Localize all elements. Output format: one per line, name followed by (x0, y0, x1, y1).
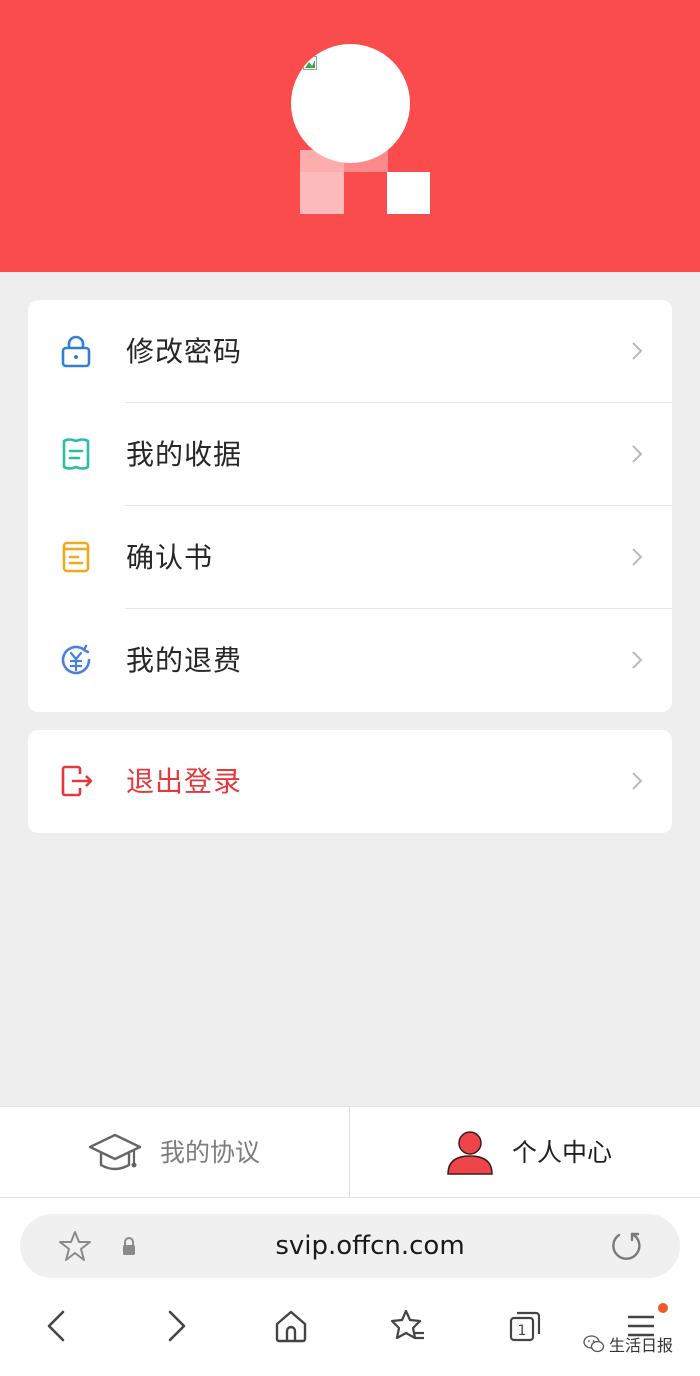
chevron-right-icon (632, 445, 643, 463)
logout-label: 退出登录 (126, 765, 243, 798)
username-mosaic (387, 172, 430, 214)
favorites-icon[interactable] (390, 1308, 426, 1344)
forward-icon[interactable] (158, 1308, 194, 1344)
back-icon[interactable] (39, 1308, 75, 1344)
tab-personal-center[interactable]: 个人中心 (351, 1107, 700, 1199)
username-mosaic (344, 150, 388, 172)
watermark-text: 生活日报 (609, 1336, 674, 1355)
menu-item-change-password[interactable]: 修改密码 (28, 300, 672, 403)
receipt-icon (62, 438, 90, 470)
logout-card: 退出登录 (28, 730, 672, 833)
url-text[interactable]: svip.offcn.com (170, 1214, 570, 1278)
notification-dot (658, 1303, 668, 1313)
tab-label: 个人中心 (512, 1138, 613, 1167)
document-icon (62, 541, 90, 573)
watermark: 生活日报 (583, 1330, 673, 1358)
svg-text:1: 1 (518, 1323, 527, 1339)
bottom-tab-bar: 我的协议 个人中心 (0, 1106, 700, 1199)
menu-item-label: 确认书 (126, 541, 214, 574)
menu-item-label: 我的收据 (126, 438, 243, 471)
menu-card: 修改密码 我的收据 确认书 我的退费 (28, 300, 672, 712)
wechat-icon (583, 1335, 605, 1353)
logout-button[interactable]: 退出登录 (28, 730, 672, 833)
lock-icon (61, 335, 91, 368)
username-mosaic (300, 150, 344, 172)
chevron-right-icon (632, 342, 643, 360)
menu-item-label: 修改密码 (126, 335, 243, 368)
chevron-right-icon (632, 548, 643, 566)
menu-item-refunds[interactable]: 我的退费 (28, 609, 672, 712)
username-mosaic (300, 172, 344, 214)
menu-item-confirmation[interactable]: 确认书 (28, 506, 672, 609)
chevron-right-icon (632, 651, 643, 669)
chevron-right-icon (632, 772, 643, 790)
profile-header (0, 0, 700, 272)
refund-icon (61, 644, 91, 675)
reload-icon[interactable] (608, 1229, 642, 1263)
tab-divider (349, 1107, 350, 1199)
user-icon (447, 1131, 493, 1175)
bookmark-star-icon[interactable] (58, 1230, 92, 1262)
logout-icon (61, 765, 93, 797)
broken-image-icon (303, 56, 317, 70)
lock-icon (123, 1237, 135, 1255)
tab-my-agreement[interactable]: 我的协议 (0, 1107, 349, 1199)
graduation-cap-icon (88, 1133, 142, 1171)
address-bar[interactable]: svip.offcn.com (20, 1214, 680, 1278)
tab-label: 我的协议 (160, 1138, 261, 1167)
avatar[interactable] (291, 44, 410, 163)
menu-item-receipts[interactable]: 我的收据 (28, 403, 672, 506)
tabs-icon[interactable]: 1 (507, 1308, 543, 1344)
menu-item-label: 我的退费 (126, 644, 243, 677)
home-icon[interactable] (273, 1308, 309, 1344)
